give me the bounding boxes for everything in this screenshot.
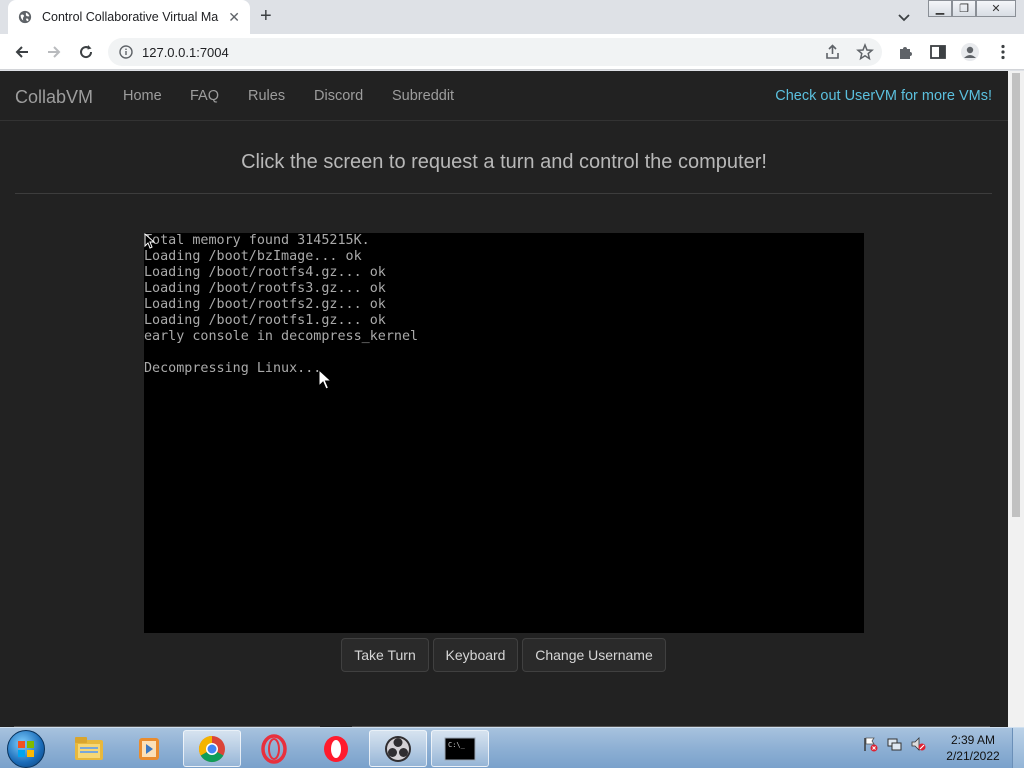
globe-icon	[18, 10, 32, 24]
url-text: 127.0.0.1:7004	[142, 45, 229, 60]
tab-title: Control Collaborative Virtual Ma	[42, 10, 219, 24]
nav-discord[interactable]: Discord	[314, 88, 363, 104]
browser-toolbar: 127.0.0.1:7004	[0, 34, 1024, 70]
minimize-button[interactable]: ▁	[928, 0, 952, 17]
browser-tab[interactable]: Control Collaborative Virtual Ma ✕	[8, 0, 250, 34]
chrome-icon	[198, 735, 225, 762]
windows-taskbar: C:\_ 2:39 AM 2/21/2022	[0, 727, 1024, 768]
media-player-icon	[139, 737, 159, 760]
page-content: CollabVM Home FAQ Rules Discord Subreddi…	[0, 71, 1008, 727]
site-info-icon[interactable]	[119, 45, 133, 59]
clock-date: 2/21/2022	[946, 749, 1000, 763]
taskbar-opera[interactable]	[307, 730, 365, 767]
nav-faq[interactable]: FAQ	[190, 88, 219, 104]
nav-rules[interactable]: Rules	[248, 88, 285, 104]
tab-close-icon[interactable]: ✕	[228, 9, 240, 25]
taskbar-chrome[interactable]	[183, 730, 241, 767]
new-tab-button[interactable]: +	[260, 6, 272, 26]
console-line: Decompressing Linux...	[144, 361, 322, 376]
reload-button[interactable]	[76, 42, 96, 62]
explorer-icon	[75, 736, 103, 760]
divider	[15, 193, 992, 194]
share-icon[interactable]	[824, 43, 842, 61]
opera-icon	[324, 735, 348, 762]
back-button[interactable]	[12, 42, 32, 62]
tab-search-icon[interactable]	[896, 9, 912, 25]
vm-button-row: Take Turn Keyboard Change Username	[0, 638, 1008, 672]
close-window-button[interactable]: ✕	[976, 0, 1016, 17]
taskbar-opera-gx[interactable]	[245, 730, 303, 767]
reload-icon	[80, 45, 93, 59]
forward-button[interactable]	[44, 42, 64, 62]
menu-dots-icon[interactable]	[994, 43, 1012, 61]
console-line: Loading /boot/rootfs4.gz... ok	[144, 265, 386, 280]
taskbar-media-player[interactable]	[121, 730, 179, 767]
taskbar-explorer[interactable]	[60, 730, 118, 767]
taskbar-obs[interactable]	[369, 730, 427, 767]
side-panel-icon[interactable]	[929, 43, 947, 61]
mouse-pointer-icon	[318, 369, 333, 390]
windows-logo-icon	[18, 741, 34, 757]
taskbar-clock[interactable]: 2:39 AM 2/21/2022	[940, 732, 1006, 764]
taskbar-cmd[interactable]: C:\_	[431, 730, 489, 767]
change-username-button[interactable]: Change Username	[522, 638, 666, 672]
scrollbar-thumb[interactable]	[1012, 73, 1020, 517]
window-controls: ▁ ❐ ✕	[928, 0, 1016, 18]
uservm-link[interactable]: Check out UserVM for more VMs!	[775, 88, 992, 104]
volume-muted-icon[interactable]	[910, 736, 926, 752]
vm-display[interactable]: Total memory found 3145215K. Loading /bo…	[144, 233, 864, 633]
console-line: Loading /boot/bzImage... ok	[144, 249, 362, 264]
site-brand[interactable]: CollabVM	[15, 87, 93, 108]
maximize-button[interactable]: ❐	[952, 0, 976, 17]
system-tray	[862, 736, 926, 752]
action-center-flag-icon[interactable]	[862, 736, 878, 752]
profile-avatar-icon[interactable]	[960, 42, 980, 62]
console-line: Loading /boot/rootfs2.gz... ok	[144, 297, 386, 312]
console-line: Loading /boot/rootfs3.gz... ok	[144, 281, 386, 296]
console-line: Total memory found 3145215K.	[144, 233, 370, 248]
address-bar[interactable]: 127.0.0.1:7004	[108, 38, 882, 66]
network-icon[interactable]	[886, 736, 902, 752]
site-navbar: CollabVM Home FAQ Rules Discord Subreddi…	[0, 71, 1008, 121]
extensions-icon[interactable]	[897, 43, 915, 61]
clock-time: 2:39 AM	[950, 733, 996, 747]
forward-arrow-icon	[48, 46, 61, 58]
obs-icon	[385, 735, 411, 762]
nav-home[interactable]: Home	[123, 88, 162, 104]
opera-gx-icon	[261, 733, 287, 764]
take-turn-button[interactable]: Take Turn	[341, 638, 429, 672]
page-scrollbar[interactable]	[1008, 71, 1024, 727]
start-button[interactable]	[7, 730, 45, 768]
bookmark-star-icon[interactable]	[856, 43, 874, 61]
back-arrow-icon	[15, 46, 28, 58]
cmd-label: C:\_	[448, 741, 466, 749]
turn-prompt: Click the screen to request a turn and c…	[241, 151, 767, 173]
console-line: Loading /boot/rootfs1.gz... ok	[144, 313, 386, 328]
keyboard-button[interactable]: Keyboard	[433, 638, 518, 672]
tab-strip: Control Collaborative Virtual Ma ✕ + ▁ ❐…	[0, 0, 1024, 34]
console-line: early console in decompress_kernel	[144, 329, 419, 344]
vm-cursor-icon	[144, 233, 156, 249]
cmd-icon: C:\_	[444, 737, 476, 760]
nav-subreddit[interactable]: Subreddit	[392, 88, 454, 104]
show-desktop-button[interactable]	[1012, 728, 1024, 768]
